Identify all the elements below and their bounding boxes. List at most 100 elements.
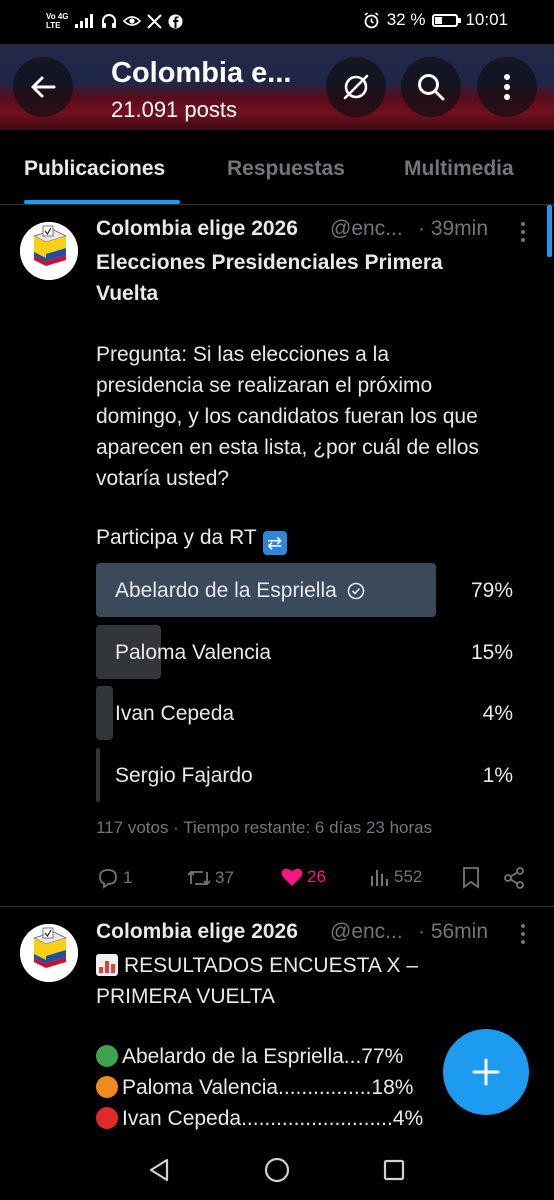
tweet-question-line-1: Pregunta: Si las elecciones a la: [96, 343, 390, 366]
poll-option-percent: 79%: [470, 579, 513, 602]
avatar[interactable]: [20, 924, 78, 982]
more-options-button[interactable]: [477, 57, 537, 117]
status-left: Vo 4G LTE: [46, 12, 183, 30]
tweet-headline-line-1: Elecciones Presidenciales Primera: [96, 251, 443, 274]
author-name[interactable]: Colombia elige 2026: [96, 217, 298, 241]
views-button[interactable]: 552: [369, 866, 422, 888]
repost-count: 37: [215, 868, 234, 887]
grok-icon: [343, 74, 369, 100]
author-handle[interactable]: @enc...: [330, 217, 403, 241]
active-tab-indicator: [24, 200, 180, 204]
compose-button[interactable]: [443, 1029, 529, 1115]
profile-header: Colombia e... 21.091 posts: [0, 44, 554, 130]
bookmark-icon: [463, 867, 479, 889]
poll-option-label: Abelardo de la Espriella: [115, 579, 365, 603]
red-circle-icon: [96, 1107, 118, 1129]
status-right: 32 % 10:01: [363, 10, 508, 30]
triangle-back-icon: [149, 1158, 169, 1182]
poll-bar: [96, 748, 100, 802]
repeat-emoji-icon: ⇄: [262, 531, 287, 555]
tweet-cta: Participa y da RT ⇄: [96, 522, 287, 555]
repost-icon: [187, 870, 211, 886]
tweet-headline-line-2: Vuelta: [96, 282, 159, 305]
more-vertical-icon: [504, 74, 510, 100]
poll-option-label: Paloma Valencia: [115, 641, 272, 664]
orange-circle-icon: [96, 1076, 118, 1098]
reply-button[interactable]: 1: [96, 866, 132, 890]
tweet-question-line-2: presidencia se realizaran el próximo: [96, 374, 433, 397]
result-line-1: Abelardo de la Espriella...77%: [96, 1041, 403, 1072]
network-indicator: Vo 4G LTE: [46, 12, 69, 30]
network-bottom-label: LTE: [46, 21, 61, 30]
tab-publicaciones[interactable]: Publicaciones: [24, 157, 165, 181]
tweet-actions: 1 37 26 552: [96, 866, 530, 894]
tweet-line-1: RESULTADOS ENCUESTA X –: [96, 950, 418, 981]
search-icon: [418, 74, 445, 101]
status-bar: Vo 4G LTE 32 % 10:01: [0, 0, 554, 44]
like-button[interactable]: 26: [280, 866, 326, 888]
reply-icon: [99, 869, 117, 889]
alarm-icon: [364, 11, 379, 28]
result-line-3: Ivan Cepeda..........................4%: [96, 1103, 423, 1134]
nav-recents-button[interactable]: [377, 1153, 411, 1187]
tab-multimedia[interactable]: Multimedia: [404, 157, 514, 181]
tweet-question-line-4: aparecen en esta lista, ¿por cuál de ell…: [96, 436, 479, 459]
author-handle[interactable]: @enc...: [330, 920, 403, 944]
tweet-timestamp[interactable]: · 39min: [418, 217, 488, 241]
ballot-box-icon: [20, 222, 78, 280]
analytics-icon: [371, 870, 388, 886]
signal-icon: [74, 14, 93, 28]
result-line-1-text: Abelardo de la Espriella...77%: [122, 1045, 404, 1068]
nav-back-button[interactable]: [142, 1153, 176, 1187]
eye-icon: [122, 16, 141, 26]
tweet-cta-text: Participa y da RT: [96, 526, 257, 549]
poll-meta: 117 votos · Tiempo restante: 6 días 23 h…: [96, 818, 433, 837]
facebook-icon: [168, 14, 183, 28]
check-circle-icon: [347, 582, 365, 600]
author-name[interactable]: Colombia elige 2026: [96, 920, 298, 944]
x-logo-icon: [146, 13, 162, 29]
bar-chart-emoji-icon: [96, 954, 118, 976]
search-button[interactable]: [401, 57, 461, 117]
tweet-question-line-5: votaría usted?: [96, 467, 230, 490]
poll-option-label: Sergio Fajardo: [115, 764, 253, 787]
battery-percent: 32 %: [386, 10, 426, 29]
repost-button[interactable]: 37: [186, 866, 234, 890]
tweet-more-button[interactable]: [518, 222, 528, 244]
poll-option-percent: 4%: [482, 702, 513, 725]
tweet-more-button[interactable]: [518, 924, 528, 946]
tab-respuestas[interactable]: Respuestas: [227, 157, 345, 181]
arrow-left-icon: [31, 76, 56, 98]
scrollbar[interactable]: [547, 205, 552, 257]
poll-option[interactable]: Ivan Cepeda 4%: [96, 686, 527, 740]
back-button[interactable]: [13, 57, 73, 117]
page-title: Colombia e...: [111, 57, 292, 89]
system-nav-bar: [0, 1139, 554, 1200]
headphones-icon: [101, 14, 116, 28]
share-button[interactable]: [502, 866, 526, 890]
poll-option[interactable]: Paloma Valencia 15%: [96, 625, 527, 679]
clock: 10:01: [465, 10, 508, 29]
poll-option[interactable]: Sergio Fajardo 1%: [96, 748, 527, 802]
battery-icon: [432, 13, 462, 27]
poll-bar: [96, 686, 113, 740]
poll-option-percent: 1%: [482, 764, 513, 787]
poll-option-label: Ivan Cepeda: [115, 702, 235, 725]
ballot-box-icon: [20, 924, 78, 982]
tweet-line-2: PRIMERA VUELTA: [96, 985, 275, 1008]
grok-button[interactable]: [326, 57, 386, 117]
share-icon: [504, 867, 524, 889]
tweet-line-1-text: RESULTADOS ENCUESTA X –: [124, 954, 419, 977]
tweet-timestamp[interactable]: · 56min: [418, 920, 488, 944]
bookmark-button[interactable]: [461, 866, 481, 890]
poll-option[interactable]: Abelardo de la Espriella 79%: [96, 563, 527, 617]
avatar[interactable]: [20, 222, 78, 280]
poll-option-percent: 15%: [470, 641, 513, 664]
result-line-2: Paloma Valencia................18%: [96, 1072, 413, 1103]
tweet-divider: [0, 906, 554, 907]
result-line-3-text: Ivan Cepeda..........................4%: [122, 1107, 424, 1130]
views-count: 552: [394, 867, 423, 886]
profile-tabs: Publicaciones Respuestas Multimedia: [0, 130, 554, 205]
nav-home-button[interactable]: [260, 1153, 294, 1187]
like-count: 26: [307, 867, 326, 886]
